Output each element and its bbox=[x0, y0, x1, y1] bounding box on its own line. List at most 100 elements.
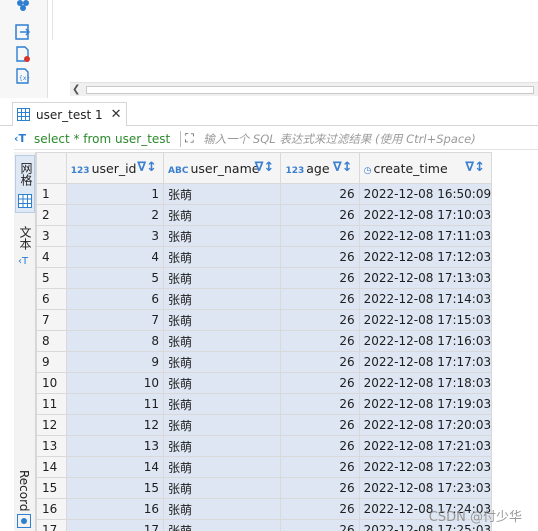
table-cell[interactable]: 14 bbox=[65, 456, 165, 478]
table-cell[interactable]: 2022-12-08 17:23:03 bbox=[358, 477, 493, 499]
table-cell[interactable]: 26 bbox=[280, 309, 360, 331]
table-row[interactable]: 3 3 张萌 26 2022-12-08 17:11:03 bbox=[36, 225, 538, 247]
row-number[interactable]: 12 bbox=[36, 414, 67, 436]
filter-sort-icon[interactable]: ∇↕ bbox=[137, 160, 157, 175]
table-cell[interactable]: 3 bbox=[65, 225, 165, 247]
row-number[interactable]: 9 bbox=[36, 351, 67, 373]
sql-file-icon[interactable]: {x} bbox=[15, 68, 31, 84]
row-number-header[interactable] bbox=[36, 152, 67, 184]
table-row[interactable]: 11 11 张萌 26 2022-12-08 17:19:03 bbox=[36, 393, 538, 415]
column-header-user-id[interactable]: 123 user_id ∇↕ bbox=[65, 152, 165, 184]
table-cell[interactable]: 26 bbox=[280, 393, 360, 415]
table-cell[interactable]: 张萌 bbox=[163, 246, 282, 268]
table-cell[interactable]: 张萌 bbox=[163, 414, 282, 436]
table-cell[interactable]: 2022-12-08 17:12:03 bbox=[358, 246, 493, 268]
table-cell[interactable]: 2022-12-08 17:10:03 bbox=[358, 204, 493, 226]
row-number[interactable]: 10 bbox=[36, 372, 67, 394]
row-number[interactable]: 6 bbox=[36, 288, 67, 310]
table-cell[interactable]: 2022-12-08 17:22:03 bbox=[358, 456, 493, 478]
table-row[interactable]: 7 7 张萌 26 2022-12-08 17:15:03 bbox=[36, 309, 538, 331]
results-grid[interactable]: 123 user_id ∇↕ ABC user_name ∇↕ 123 age ∇↕ ◷ cr… bbox=[36, 152, 538, 531]
table-cell[interactable]: 10 bbox=[65, 372, 165, 394]
table-cell[interactable]: 26 bbox=[280, 351, 360, 373]
table-cell[interactable]: 张萌 bbox=[163, 498, 282, 520]
table-cell[interactable]: 张萌 bbox=[163, 309, 282, 331]
table-cell[interactable]: 2022-12-08 17:13:03 bbox=[358, 267, 493, 289]
table-cell[interactable]: 26 bbox=[280, 519, 360, 531]
table-cell[interactable]: 张萌 bbox=[163, 456, 282, 478]
table-cell[interactable]: 15 bbox=[65, 477, 165, 499]
table-row[interactable]: 6 6 张萌 26 2022-12-08 17:14:03 bbox=[36, 288, 538, 310]
column-header-user-name[interactable]: ABC user_name ∇↕ bbox=[163, 152, 282, 184]
row-number[interactable]: 14 bbox=[36, 456, 67, 478]
filter-sort-icon[interactable]: ∇↕ bbox=[465, 160, 485, 175]
table-cell[interactable]: 26 bbox=[280, 246, 360, 268]
table-cell[interactable]: 26 bbox=[280, 330, 360, 352]
expand-filter-icon[interactable]: ⛶ bbox=[185, 131, 203, 147]
table-cell[interactable]: 26 bbox=[280, 183, 360, 205]
table-cell[interactable]: 13 bbox=[65, 435, 165, 457]
table-cell[interactable]: 7 bbox=[65, 309, 165, 331]
row-number[interactable]: 11 bbox=[36, 393, 67, 415]
row-number[interactable]: 8 bbox=[36, 330, 67, 352]
table-cell[interactable]: 张萌 bbox=[163, 372, 282, 394]
table-row[interactable]: 4 4 张萌 26 2022-12-08 17:12:03 bbox=[36, 246, 538, 268]
table-cell[interactable]: 9 bbox=[65, 351, 165, 373]
export-icon[interactable] bbox=[15, 24, 31, 40]
table-cell[interactable]: 16 bbox=[65, 498, 165, 520]
tab-user-test[interactable]: user_test 1 ✕ bbox=[12, 102, 127, 126]
text-view-button[interactable]: 文本 bbox=[17, 226, 34, 250]
table-row[interactable]: 8 8 张萌 26 2022-12-08 17:16:03 bbox=[36, 330, 538, 352]
table-cell[interactable]: 26 bbox=[280, 204, 360, 226]
table-cell[interactable]: 2022-12-08 17:21:03 bbox=[358, 435, 493, 457]
table-cell[interactable]: 26 bbox=[280, 372, 360, 394]
table-cell[interactable]: 2022-12-08 17:18:03 bbox=[358, 372, 493, 394]
table-cell[interactable]: 张萌 bbox=[163, 225, 282, 247]
table-row[interactable]: 12 12 张萌 26 2022-12-08 17:20:03 bbox=[36, 414, 538, 436]
row-number[interactable]: 3 bbox=[36, 225, 67, 247]
table-cell[interactable]: 26 bbox=[280, 456, 360, 478]
new-script-icon[interactable] bbox=[15, 46, 31, 62]
table-cell[interactable]: 2022-12-08 17:15:03 bbox=[358, 309, 493, 331]
table-cell[interactable]: 张萌 bbox=[163, 330, 282, 352]
table-cell[interactable]: 4 bbox=[65, 246, 165, 268]
table-cell[interactable]: 张萌 bbox=[163, 393, 282, 415]
table-row[interactable]: 10 10 张萌 26 2022-12-08 17:18:03 bbox=[36, 372, 538, 394]
table-cell[interactable]: 张萌 bbox=[163, 183, 282, 205]
table-cell[interactable]: 26 bbox=[280, 498, 360, 520]
filter-input[interactable]: 输入一个 SQL 表达式来过滤结果 (使用 Ctrl+Space) bbox=[203, 131, 476, 147]
table-cell[interactable]: 6 bbox=[65, 288, 165, 310]
record-view-button[interactable]: Record bbox=[17, 470, 31, 511]
table-cell[interactable]: 张萌 bbox=[163, 351, 282, 373]
column-header-age[interactable]: 123 age ∇↕ bbox=[280, 152, 360, 184]
row-number[interactable]: 17 bbox=[36, 519, 67, 531]
table-row[interactable]: 2 2 张萌 26 2022-12-08 17:10:03 bbox=[36, 204, 538, 226]
table-cell[interactable]: 1 bbox=[65, 183, 165, 205]
table-row[interactable]: 14 14 张萌 26 2022-12-08 17:22:03 bbox=[36, 456, 538, 478]
table-cell[interactable]: 张萌 bbox=[163, 288, 282, 310]
table-row[interactable]: 13 13 张萌 26 2022-12-08 17:21:03 bbox=[36, 435, 538, 457]
table-cell[interactable]: 张萌 bbox=[163, 267, 282, 289]
table-cell[interactable]: 17 bbox=[65, 519, 165, 531]
table-row[interactable]: 15 15 张萌 26 2022-12-08 17:23:03 bbox=[36, 477, 538, 499]
table-cell[interactable]: 8 bbox=[65, 330, 165, 352]
table-cell[interactable]: 26 bbox=[280, 288, 360, 310]
cluster-icon[interactable] bbox=[15, 0, 31, 16]
table-cell[interactable]: 26 bbox=[280, 414, 360, 436]
horizontal-scrollbar[interactable]: ❮ bbox=[70, 82, 538, 96]
scrollbar-thumb[interactable] bbox=[86, 86, 534, 94]
table-cell[interactable]: 12 bbox=[65, 414, 165, 436]
filter-sort-icon[interactable]: ∇↕ bbox=[255, 160, 275, 175]
table-cell[interactable]: 张萌 bbox=[163, 519, 282, 531]
table-cell[interactable]: 2022-12-08 17:14:03 bbox=[358, 288, 493, 310]
close-icon[interactable]: ✕ bbox=[111, 107, 122, 122]
table-cell[interactable]: 26 bbox=[280, 267, 360, 289]
table-cell[interactable]: 张萌 bbox=[163, 477, 282, 499]
grid-view-button[interactable]: 网格 bbox=[15, 155, 35, 213]
table-cell[interactable]: 5 bbox=[65, 267, 165, 289]
row-number[interactable]: 5 bbox=[36, 267, 67, 289]
row-number[interactable]: 2 bbox=[36, 204, 67, 226]
table-cell[interactable]: 2022-12-08 17:16:03 bbox=[358, 330, 493, 352]
table-cell[interactable]: 2022-12-08 17:17:03 bbox=[358, 351, 493, 373]
table-cell[interactable]: 2022-12-08 17:11:03 bbox=[358, 225, 493, 247]
